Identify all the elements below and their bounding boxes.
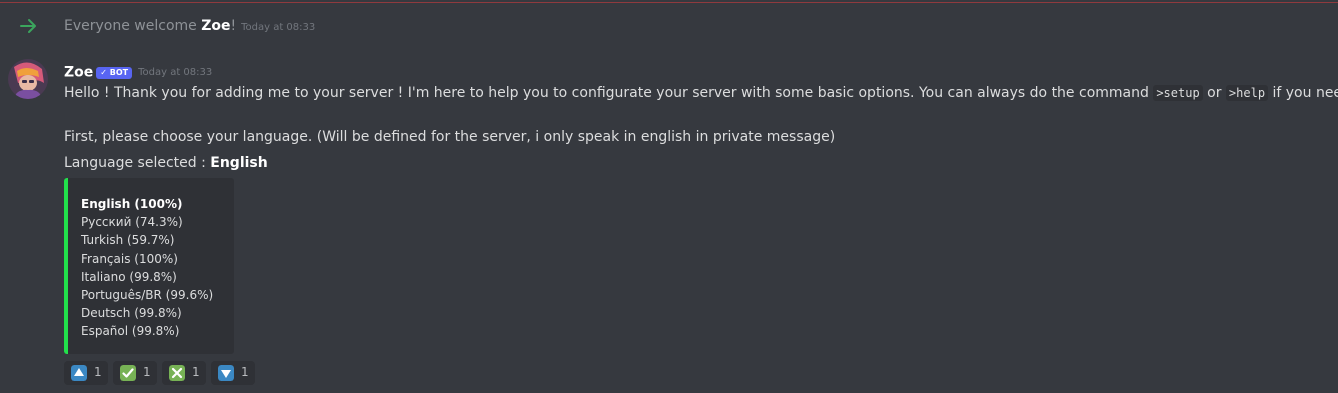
language-item: Português/BR (99.6%): [81, 288, 214, 303]
check-mark-icon: [120, 365, 136, 381]
inline-code-setup: >setup: [1153, 85, 1203, 101]
cross-mark-icon: [169, 365, 185, 381]
arrow-up-icon: [71, 365, 87, 381]
reaction-count: 1: [192, 365, 200, 379]
reaction-arrow-down[interactable]: 1: [211, 361, 255, 385]
reaction-cross-mark[interactable]: 1: [162, 361, 206, 385]
selected-language: English: [210, 155, 268, 171]
new-messages-divider: [0, 2, 1338, 3]
language-item: Deutsch (99.8%): [81, 306, 182, 321]
message-line-intro: Hello ! Thank you for adding me to your …: [64, 85, 1338, 101]
language-embed: English (100%) Русский (74.3%) Turkish (…: [64, 178, 234, 354]
language-item: Español (99.8%): [81, 324, 180, 339]
message-line-language-selected: Language selected : English: [64, 155, 268, 171]
message-line-choose-language: First, please choose your language. (Wil…: [64, 129, 836, 145]
system-username[interactable]: Zoe: [201, 18, 230, 34]
language-item: Français (100%): [81, 251, 178, 266]
reaction-count: 1: [94, 365, 102, 379]
system-message-text: Everyone welcome Zoe! Today at 08:33: [64, 18, 316, 34]
arrow-down-icon: [218, 365, 234, 381]
author-name[interactable]: Zoe: [64, 65, 93, 81]
language-item: Italiano (99.8%): [81, 269, 177, 284]
reaction-count: 1: [241, 365, 249, 379]
language-item: English (100%): [81, 197, 183, 211]
bot-tag: ✓ BOT: [96, 66, 133, 79]
message-timestamp[interactable]: Today at 08:33: [138, 67, 212, 78]
avatar[interactable]: [8, 59, 48, 99]
reaction-count: 1: [143, 365, 151, 379]
system-join-message: Everyone welcome Zoe! Today at 08:33: [0, 14, 1338, 40]
reaction-check-mark[interactable]: 1: [113, 361, 157, 385]
message-header: Zoe ✓ BOT Today at 08:33: [64, 62, 212, 82]
reaction-arrow-up[interactable]: 1: [64, 361, 108, 385]
language-list: English (100%) Русский (74.3%) Turkish (…: [81, 195, 213, 341]
language-item: Turkish (59.7%): [81, 233, 175, 248]
join-arrow-icon: [20, 19, 36, 33]
system-timestamp[interactable]: Today at 08:33: [241, 22, 315, 33]
language-item: Русский (74.3%): [81, 215, 183, 230]
inline-code-help: >help: [1225, 85, 1269, 101]
